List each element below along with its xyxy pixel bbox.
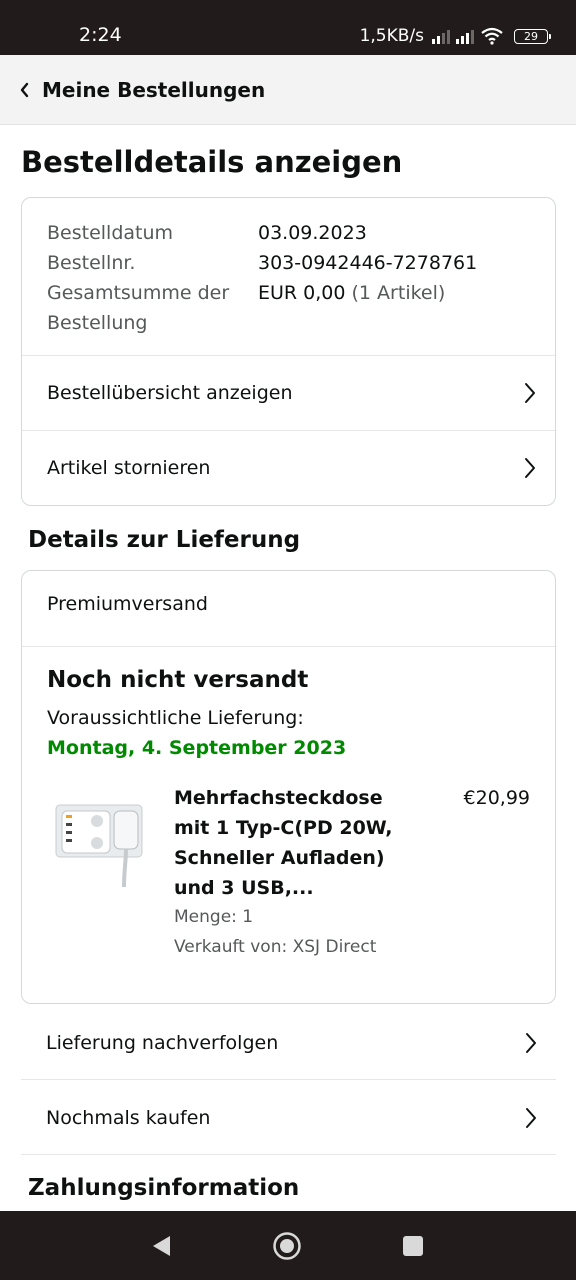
chevron-right-icon [523,381,537,405]
eta-date: Montag, 4. September 2023 [47,737,347,759]
product-image[interactable] [52,799,147,889]
wifi-icon [481,27,503,45]
delivery-section-title: Details zur Lieferung [28,527,301,553]
order-date-label: Bestelldatum [47,222,174,244]
back-triangle-icon[interactable] [146,1231,176,1261]
order-total-row: Gesamtsumme der Bestellung EUR 0,00 (1 A… [47,278,537,338]
signal-icon [456,28,474,44]
order-info: Bestelldatum 03.09.2023 Bestellnr. 303-0… [47,218,537,338]
track-delivery-link[interactable]: Lieferung nachverfolgen [21,1006,556,1080]
payment-section-title: Zahlungsinformation [28,1175,300,1201]
order-item-count: (1 Artikel) [351,282,446,304]
order-number-value: 303-0942446-7278761 [258,252,478,274]
track-delivery-label: Lieferung nachverfolgen [46,1031,279,1054]
buy-again-link[interactable]: Nochmals kaufen [21,1081,556,1155]
order-date-row: Bestelldatum 03.09.2023 [47,218,537,248]
product-title[interactable]: Mehrfachsteckdose mit 1 Typ-C(PD 20W, Sc… [174,783,414,903]
signal-icon [432,28,450,44]
product-quantity: Menge: 1 [174,907,254,927]
shipping-method: Premiumversand [47,593,208,615]
product-price: €20,99 [463,787,530,809]
battery-level: 29 [524,29,538,43]
view-order-summary-link[interactable]: Bestellübersicht anzeigen [22,355,555,430]
shipment-status: Noch nicht versandt [47,667,309,693]
network-speed: 1,5KB/s [359,26,424,46]
home-circle-icon[interactable] [272,1231,302,1261]
status-indicators: 1,5KB/s 29 [359,24,551,48]
order-number-label: Bestellnr. [47,252,136,274]
view-order-summary-label: Bestellübersicht anzeigen [47,382,293,404]
eta-label: Voraussichtliche Lieferung: [47,707,304,729]
system-nav-bar [0,1211,576,1280]
chevron-right-icon [524,1106,538,1130]
product-seller: Verkauft von: XSJ Direct [174,937,377,957]
chevron-right-icon [523,456,537,480]
back-chevron-icon[interactable] [19,80,35,100]
buy-again-label: Nochmals kaufen [46,1106,211,1129]
delivery-card: Premiumversand Noch nicht versandt Vorau… [21,570,556,1004]
recents-square-icon[interactable] [398,1231,428,1261]
divider [22,646,555,647]
cancel-items-link[interactable]: Artikel stornieren [22,430,555,505]
back-link[interactable]: Meine Bestellungen [42,78,265,102]
order-number-row: Bestellnr. 303-0942446-7278761 [47,248,537,278]
status-bar: 2:24 1,5KB/s 29 [0,0,576,55]
order-date-value: 03.09.2023 [258,222,367,244]
cancel-items-label: Artikel stornieren [47,457,211,479]
chevron-right-icon [524,1031,538,1055]
order-total-label: Gesamtsumme der Bestellung [47,282,230,334]
battery-icon: 29 [514,28,551,44]
order-total-value: EUR 0,00 [258,282,346,304]
status-time: 2:24 [79,24,122,46]
top-nav: Meine Bestellungen [0,55,576,125]
order-total-value-wrap: EUR 0,00 (1 Artikel) [258,278,445,338]
order-summary-card: Bestelldatum 03.09.2023 Bestellnr. 303-0… [21,197,556,506]
page-title: Bestelldetails anzeigen [21,145,403,179]
